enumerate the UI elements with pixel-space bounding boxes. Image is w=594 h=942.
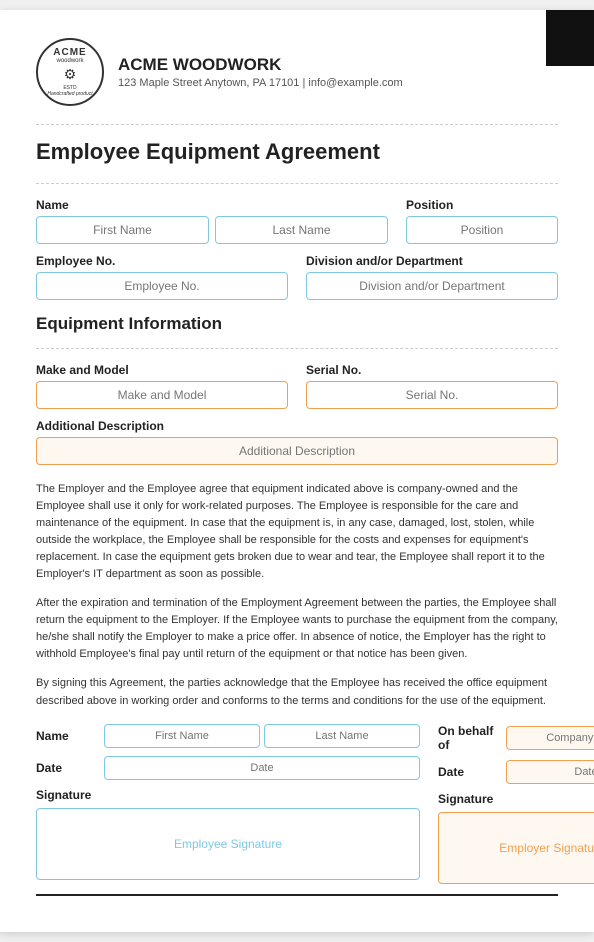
division-input[interactable] [306,272,558,300]
employer-behalf-row: On behalf of [438,724,594,752]
employee-name-sig-label: Name [36,729,96,743]
name-position-row: Name Position [36,198,558,244]
header-divider [36,124,558,125]
employee-sig-col: Name Date Signature Employee Signature [36,724,420,884]
last-name-input[interactable] [215,216,388,244]
employee-sig-last-name[interactable] [264,724,420,748]
employee-signature-box[interactable]: Employee Signature [36,808,420,880]
employee-no-input[interactable] [36,272,288,300]
name-inputs-row [36,216,388,244]
employee-date-row: Date [36,756,420,780]
make-serial-row: Make and Model Serial No. [36,363,558,409]
employee-signature-placeholder: Employee Signature [174,837,282,851]
employee-date-label: Date [36,761,96,775]
logo-woodwork-text: woodwork [56,58,83,64]
name-group: Name [36,198,388,244]
employee-signature-label-row: Signature [36,788,420,802]
first-name-input[interactable] [36,216,209,244]
logo-subtitle-text: Handcrafted product [47,91,92,97]
employer-sig-col: On behalf of Date Signature Employer Sig… [438,724,594,884]
additional-desc-input[interactable] [36,437,558,465]
company-name-input[interactable] [506,726,594,750]
employer-signature-box[interactable]: Employer Signature [438,812,594,884]
make-model-input[interactable] [36,381,288,409]
employer-sig-label: Signature [438,792,498,806]
position-label: Position [406,198,558,212]
logo-acme-text: ACME [53,47,86,58]
bottom-divider [36,894,558,896]
equipment-section-title: Equipment Information [36,314,558,334]
employee-name-row: Name [36,724,420,748]
employer-behalf-label: On behalf of [438,724,498,752]
title-divider [36,183,558,184]
page: ACME woodwork ⚙ ESTD Handcrafted product… [0,10,594,932]
additional-desc-group: Additional Description [36,419,558,465]
header: ACME woodwork ⚙ ESTD Handcrafted product… [36,38,558,106]
serial-no-label: Serial No. [306,363,558,377]
employee-sig-names [104,724,420,748]
serial-no-group: Serial No. [306,363,558,409]
employee-no-group: Employee No. [36,254,288,300]
employee-sig-first-name[interactable] [104,724,260,748]
employee-sig-label: Signature [36,788,96,802]
division-label: Division and/or Department [306,254,558,268]
division-group: Division and/or Department [306,254,558,300]
company-name: ACME WOODWORK [118,55,403,75]
company-logo: ACME woodwork ⚙ ESTD Handcrafted product [36,38,104,106]
make-model-label: Make and Model [36,363,288,377]
employer-date-input[interactable] [506,760,594,784]
body-paragraph-1: The Employer and the Employee agree that… [36,481,558,583]
equipment-divider [36,348,558,349]
document-title: Employee Equipment Agreement [36,139,558,165]
employer-date-label: Date [438,765,498,779]
empno-division-row: Employee No. Division and/or Department [36,254,558,300]
make-model-group: Make and Model [36,363,288,409]
logo-icon: ⚙ [64,66,77,83]
employer-signature-label-row: Signature [438,792,594,806]
position-input[interactable] [406,216,558,244]
position-group: Position [406,198,558,244]
body-paragraph-3: By signing this Agreement, the parties a… [36,675,558,709]
employee-no-label: Employee No. [36,254,288,268]
company-address: 123 Maple Street Anytown, PA 17101 | inf… [118,77,403,89]
additional-desc-label: Additional Description [36,419,558,433]
name-label: Name [36,198,388,212]
employer-signature-placeholder: Employer Signature [499,841,594,855]
header-accent-box [546,10,594,66]
employee-date-input[interactable] [104,756,420,780]
employer-date-row: Date [438,760,594,784]
signature-section: Name Date Signature Employee Signature [36,724,558,884]
serial-no-input[interactable] [306,381,558,409]
body-paragraph-2: After the expiration and termination of … [36,595,558,663]
header-text-block: ACME WOODWORK 123 Maple Street Anytown, … [118,55,403,89]
